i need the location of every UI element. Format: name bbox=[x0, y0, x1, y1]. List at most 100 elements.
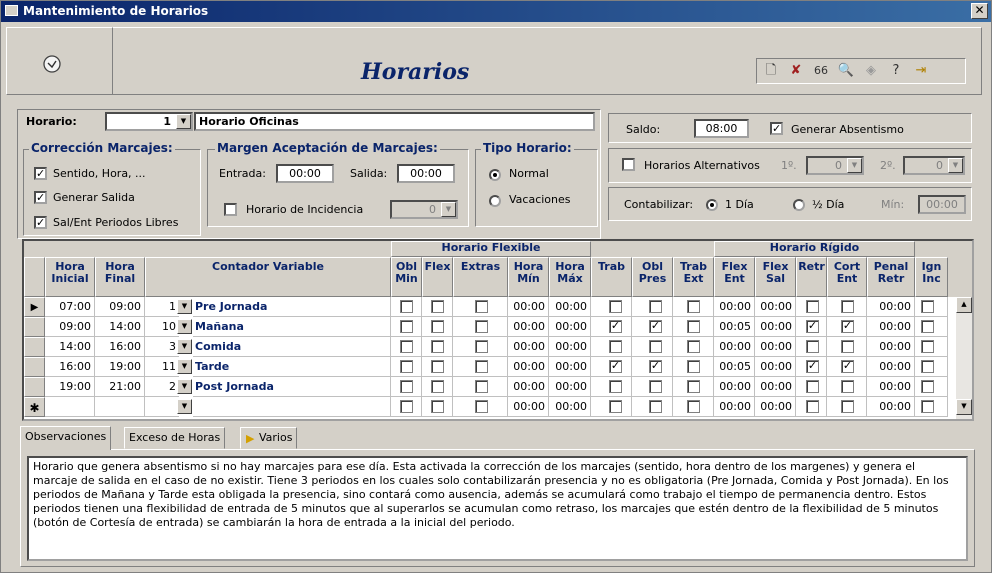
penal-retr-cell[interactable]: 00:00 bbox=[867, 337, 915, 357]
obl-pres-checkbox[interactable] bbox=[649, 300, 662, 313]
col-header-obl-min[interactable]: Obl Min bbox=[391, 257, 422, 297]
flex-sal-cell[interactable]: 00:00 bbox=[755, 317, 796, 337]
flex-ent-cell[interactable]: 00:00 bbox=[714, 397, 755, 417]
col-header-trab-ext[interactable]: Trab Ext bbox=[673, 257, 714, 297]
hora-min-cell[interactable]: 00:00 bbox=[508, 297, 549, 317]
trab-ext-checkbox[interactable] bbox=[687, 400, 700, 413]
flex-checkbox[interactable] bbox=[431, 360, 444, 373]
scroll-down-icon[interactable]: ▼ bbox=[956, 399, 972, 415]
obl-min-checkbox[interactable] bbox=[400, 380, 413, 393]
col-header-trab[interactable]: Trab bbox=[591, 257, 632, 297]
tab-varios[interactable]: ▶ Varios bbox=[240, 427, 298, 449]
penal-retr-cell[interactable]: 00:00 bbox=[867, 317, 915, 337]
col-header-contador[interactable]: Contador Variable bbox=[145, 257, 391, 297]
obl-pres-checkbox[interactable]: ✓ bbox=[649, 360, 662, 373]
obl-min-checkbox[interactable] bbox=[400, 320, 413, 333]
horario-dropdown-button[interactable]: ▼ bbox=[176, 114, 191, 129]
ign-inc-checkbox[interactable] bbox=[921, 380, 934, 393]
incidencia-checkbox[interactable] bbox=[224, 203, 237, 216]
row-selector[interactable] bbox=[24, 337, 45, 357]
cort-ent-checkbox[interactable] bbox=[841, 340, 854, 353]
col-header-flex-sal[interactable]: Flex Sal bbox=[755, 257, 796, 297]
preview-icon[interactable]: 🔍 bbox=[836, 61, 856, 81]
flex-ent-cell[interactable]: 00:00 bbox=[714, 337, 755, 357]
ign-inc-checkbox[interactable] bbox=[921, 300, 934, 313]
trab-ext-checkbox[interactable] bbox=[687, 380, 700, 393]
contador-dropdown-button[interactable]: ▼ bbox=[177, 339, 192, 354]
hora-final-cell[interactable]: 14:00 bbox=[95, 317, 145, 337]
erase-icon[interactable]: ◈ bbox=[861, 61, 881, 81]
contador-number-cell[interactable]: 1 bbox=[145, 297, 179, 317]
cort-ent-checkbox[interactable]: ✓ bbox=[841, 320, 854, 333]
tab-exceso-horas[interactable]: Exceso de Horas bbox=[124, 427, 226, 449]
contador-name-cell[interactable] bbox=[193, 397, 391, 417]
trab-checkbox[interactable]: ✓ bbox=[609, 360, 622, 373]
flex-checkbox[interactable] bbox=[431, 340, 444, 353]
alt-second-dropdown-button[interactable]: ▼ bbox=[948, 158, 963, 173]
hora-final-cell[interactable]: 16:00 bbox=[95, 337, 145, 357]
col-header-penal-retr[interactable]: Penal Retr bbox=[867, 257, 915, 297]
flex-sal-cell[interactable]: 00:00 bbox=[755, 337, 796, 357]
hora-min-cell[interactable]: 00:00 bbox=[508, 377, 549, 397]
trab-ext-checkbox[interactable] bbox=[687, 360, 700, 373]
extras-checkbox[interactable] bbox=[475, 320, 488, 333]
salida-field[interactable]: 00:00 bbox=[397, 164, 455, 183]
obl-min-checkbox[interactable] bbox=[400, 400, 413, 413]
un-dia-radio[interactable] bbox=[706, 199, 718, 211]
retr-checkbox[interactable]: ✓ bbox=[806, 320, 819, 333]
exit-icon[interactable]: ⇥ bbox=[911, 61, 931, 81]
retr-checkbox[interactable] bbox=[806, 380, 819, 393]
penal-retr-cell[interactable]: 00:00 bbox=[867, 397, 915, 417]
cort-ent-checkbox[interactable] bbox=[841, 400, 854, 413]
contador-name-cell[interactable]: Pre Jornada bbox=[193, 297, 391, 317]
trab-ext-checkbox[interactable] bbox=[687, 320, 700, 333]
row-selector[interactable] bbox=[24, 357, 45, 377]
medio-dia-radio[interactable] bbox=[793, 199, 805, 211]
extras-checkbox[interactable] bbox=[475, 340, 488, 353]
min-field[interactable]: 00:00 bbox=[918, 195, 966, 214]
obl-pres-checkbox[interactable] bbox=[649, 400, 662, 413]
contador-dropdown-button[interactable]: ▼ bbox=[177, 399, 192, 414]
flex-ent-cell[interactable]: 00:00 bbox=[714, 377, 755, 397]
contador-dropdown-button[interactable]: ▼ bbox=[177, 319, 192, 334]
hora-max-cell[interactable]: 00:00 bbox=[549, 297, 591, 317]
generar-salida-checkbox[interactable]: ✓ bbox=[34, 191, 47, 204]
row-selector[interactable] bbox=[24, 317, 45, 337]
hora-min-cell[interactable]: 00:00 bbox=[508, 317, 549, 337]
col-header-obl-pres[interactable]: Obl Pres bbox=[632, 257, 673, 297]
cort-ent-checkbox[interactable]: ✓ bbox=[841, 360, 854, 373]
delete-icon[interactable]: ✘ bbox=[786, 61, 806, 81]
col-header-cort-ent[interactable]: Cort Ent bbox=[827, 257, 867, 297]
observaciones-text[interactable]: Horario que genera absentismo si no hay … bbox=[27, 456, 968, 561]
hora-max-cell[interactable]: 00:00 bbox=[549, 377, 591, 397]
contador-number-cell[interactable]: 11 bbox=[145, 357, 179, 377]
contador-name-cell[interactable]: Post Jornada bbox=[193, 377, 391, 397]
hora-final-cell[interactable]: 21:00 bbox=[95, 377, 145, 397]
flex-sal-cell[interactable]: 00:00 bbox=[755, 357, 796, 377]
extras-checkbox[interactable] bbox=[475, 380, 488, 393]
help-icon[interactable]: ? bbox=[886, 61, 906, 81]
hora-inicial-cell[interactable]: 07:00 bbox=[45, 297, 95, 317]
trab-checkbox[interactable] bbox=[609, 380, 622, 393]
extras-checkbox[interactable] bbox=[475, 400, 488, 413]
hora-inicial-cell[interactable]: 14:00 bbox=[45, 337, 95, 357]
penal-retr-cell[interactable]: 00:00 bbox=[867, 297, 915, 317]
retr-checkbox[interactable] bbox=[806, 400, 819, 413]
tab-observaciones[interactable]: Observaciones bbox=[20, 426, 112, 450]
row-selector[interactable] bbox=[24, 377, 45, 397]
hora-final-cell[interactable]: 19:00 bbox=[95, 357, 145, 377]
contador-dropdown-button[interactable]: ▼ bbox=[177, 379, 192, 394]
alternativos-checkbox[interactable] bbox=[622, 158, 635, 171]
flex-checkbox[interactable] bbox=[431, 320, 444, 333]
vacaciones-radio[interactable] bbox=[489, 195, 501, 207]
col-header-hora-max[interactable]: Hora Máx bbox=[549, 257, 591, 297]
obl-min-checkbox[interactable] bbox=[400, 300, 413, 313]
hora-inicial-cell[interactable]: 09:00 bbox=[45, 317, 95, 337]
flex-ent-cell[interactable]: 00:05 bbox=[714, 317, 755, 337]
extras-checkbox[interactable] bbox=[475, 360, 488, 373]
retr-checkbox[interactable] bbox=[806, 300, 819, 313]
penal-retr-cell[interactable]: 00:00 bbox=[867, 377, 915, 397]
cort-ent-checkbox[interactable] bbox=[841, 380, 854, 393]
obl-pres-checkbox[interactable] bbox=[649, 340, 662, 353]
horario-name-field[interactable]: Horario Oficinas bbox=[194, 112, 595, 131]
